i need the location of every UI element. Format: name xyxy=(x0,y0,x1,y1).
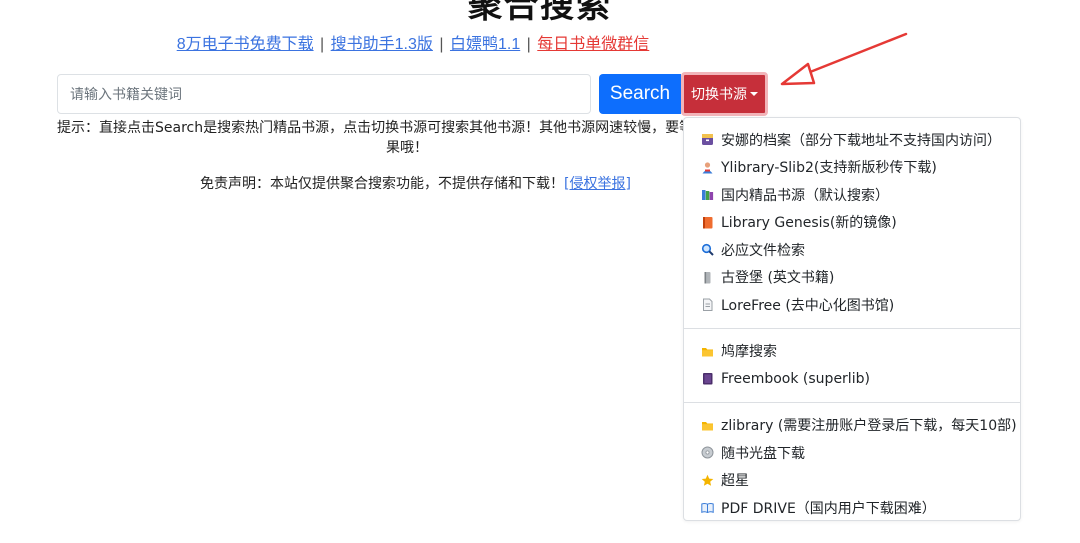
page-title: 聚合搜索 xyxy=(468,0,612,26)
source-label: PDF DRIVE（国内用户下载困难） xyxy=(721,500,936,517)
notebook-icon xyxy=(700,372,714,386)
disclaimer: 免责声明：本站仅提供聚合搜索功能，不提供存储和下载！[侵权举报] xyxy=(200,173,631,193)
source-label: 鸠摩搜索 xyxy=(721,344,777,361)
link-separator: | xyxy=(320,36,325,53)
source-item-pdf-drive[interactable]: PDF DRIVE（国内用户下载困难） xyxy=(684,494,1020,522)
switch-source-label: 切换书源 xyxy=(691,87,747,103)
source-item-domestic[interactable]: 国内精品书源（默认搜索） xyxy=(684,181,1020,209)
source-label: 必应文件检索 xyxy=(721,242,805,259)
source-label: 安娜的档案（部分下载地址不支持国内访问） xyxy=(721,132,1001,149)
source-label: Freembook (superlib) xyxy=(721,370,870,387)
source-label: 国内精品书源（默认搜索） xyxy=(721,187,889,204)
source-item-libgen[interactable]: Library Genesis(新的镜像) xyxy=(684,209,1020,237)
source-dropdown-menu: 安娜的档案（部分下载地址不支持国内访问） Ylibrary-Slib2(支持新版… xyxy=(683,117,1021,521)
dropdown-divider xyxy=(684,401,1020,403)
link-separator: | xyxy=(439,36,444,53)
link-separator: | xyxy=(526,36,531,53)
source-label: LoreFree (去中心化图书馆) xyxy=(721,297,895,314)
source-label: 超星 xyxy=(721,473,749,490)
hint-line-2: 果哦！ xyxy=(386,140,428,156)
scroll-icon xyxy=(700,270,714,284)
source-item-ylibrary[interactable]: Ylibrary-Slib2(支持新版秒传下载) xyxy=(684,154,1020,182)
source-label: 古登堡 (英文书籍) xyxy=(721,270,835,287)
source-label: Library Genesis(新的镜像) xyxy=(721,215,897,232)
disc-icon xyxy=(700,446,714,460)
dropdown-divider xyxy=(684,327,1020,329)
source-item-lorefree[interactable]: LoreFree (去中心化图书馆) xyxy=(684,291,1020,319)
hint-line-1: 提示：直接点击Search是搜索热门精品书源，点击切换书源可搜索其他书源！其他书… xyxy=(57,120,687,136)
report-link[interactable]: [侵权举报] xyxy=(564,176,631,192)
source-item-chaoxing[interactable]: 超星 xyxy=(684,467,1020,495)
search-button[interactable]: Search xyxy=(599,74,681,114)
source-item-freembook[interactable]: Freembook (superlib) xyxy=(684,365,1020,393)
source-label: Ylibrary-Slib2(支持新版秒传下载) xyxy=(721,160,937,177)
open-book-icon xyxy=(700,501,714,515)
link-search-assistant[interactable]: 搜书助手1.3版 xyxy=(331,36,433,53)
folder-icon xyxy=(700,418,714,432)
source-item-cd-download[interactable]: 随书光盘下载 xyxy=(684,439,1020,467)
search-hint: 提示：直接点击Search是搜索热门精品书源，点击切换书源可搜索其他书源！其他书… xyxy=(57,118,687,158)
source-item-bing[interactable]: 必应文件检索 xyxy=(684,236,1020,264)
book-icon xyxy=(700,215,714,229)
source-label: zlibrary (需要注册账户登录后下载，每天10部) xyxy=(721,418,1017,435)
header-links: 8万电子书免费下载 | 搜书助手1.3版 | 白嫖鸭1.1 | 每日书单微群信 xyxy=(0,30,826,54)
books-icon xyxy=(700,188,714,202)
person-icon xyxy=(700,160,714,174)
folder-icon xyxy=(700,344,714,358)
link-daily-booklist[interactable]: 每日书单微群信 xyxy=(537,36,649,53)
star-icon xyxy=(700,473,714,487)
red-arrow-annotation xyxy=(780,32,908,86)
source-item-gutenberg[interactable]: 古登堡 (英文书籍) xyxy=(684,264,1020,292)
search-input[interactable] xyxy=(57,74,591,114)
source-label: 随书光盘下载 xyxy=(721,445,805,462)
disclaimer-text: 免责声明：本站仅提供聚合搜索功能，不提供存储和下载！ xyxy=(200,176,564,192)
caret-down-icon xyxy=(750,92,758,96)
source-item-jiumo[interactable]: 鸠摩搜索 xyxy=(684,338,1020,366)
switch-source-button[interactable]: 切换书源 xyxy=(681,72,768,116)
link-baipiaoya[interactable]: 白嫖鸭1.1 xyxy=(450,36,520,53)
link-ebooks[interactable]: 8万电子书免费下载 xyxy=(177,36,314,53)
archive-box-icon xyxy=(700,133,714,147)
page-icon xyxy=(700,298,714,312)
source-item-annas-archive[interactable]: 安娜的档案（部分下载地址不支持国内访问） xyxy=(684,126,1020,154)
magnifier-icon xyxy=(700,243,714,257)
source-item-zlibrary[interactable]: zlibrary (需要注册账户登录后下载，每天10部) xyxy=(684,412,1020,440)
